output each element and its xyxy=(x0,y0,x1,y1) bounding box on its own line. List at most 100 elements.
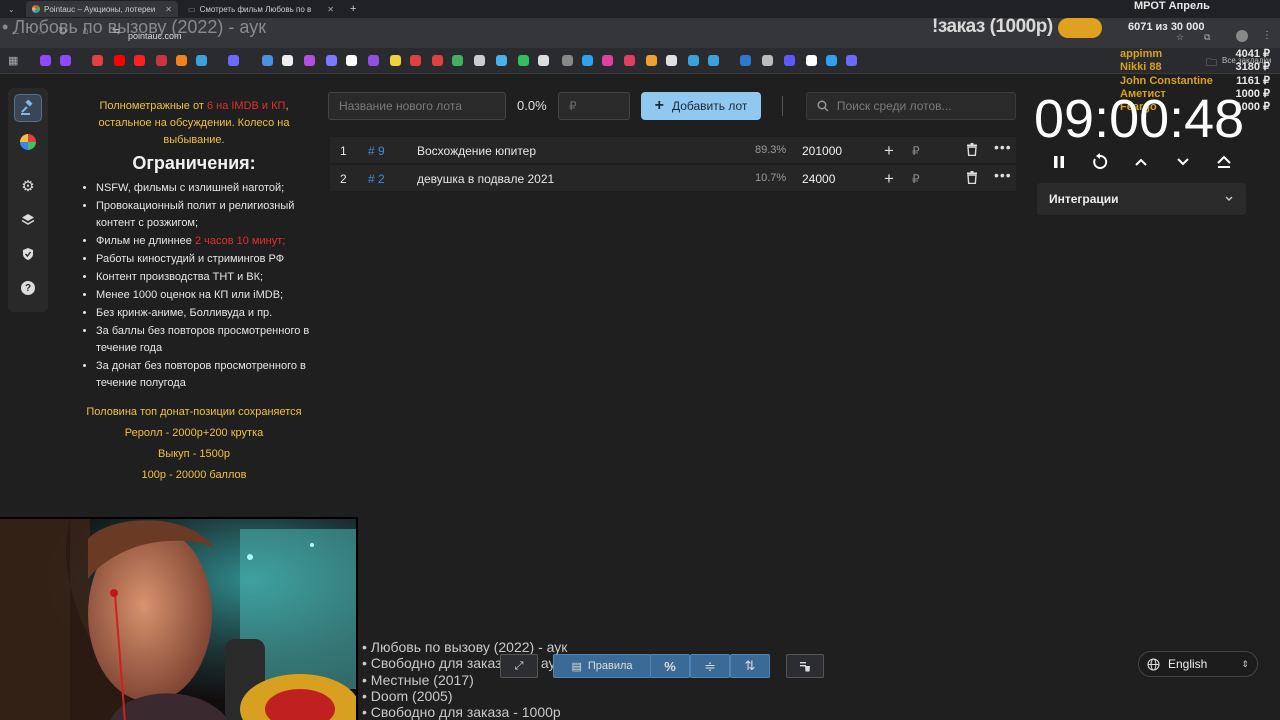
bookmark-icon[interactable] xyxy=(806,55,817,66)
telegram-bookmark-icon[interactable] xyxy=(708,55,719,66)
tab-pointauc[interactable]: Pointauc – Аукционы, лотереи ✕ xyxy=(26,1,178,17)
fullscreen-button[interactable]: ⤢ xyxy=(500,654,538,678)
sort-button[interactable]: ⇅ xyxy=(730,654,770,678)
subtract-time-button[interactable] xyxy=(1171,150,1195,174)
bookmark-star-icon[interactable]: ☆ xyxy=(1176,32,1184,43)
apps-grid-icon[interactable]: ▦ xyxy=(8,54,18,67)
lot-name[interactable]: Восхождение юпитер xyxy=(417,144,536,158)
new-lot-name-input[interactable] xyxy=(328,92,506,120)
bookmark-icon[interactable] xyxy=(740,55,751,66)
wheel-nav-button[interactable] xyxy=(14,128,42,156)
bookmark-icon[interactable] xyxy=(496,55,507,66)
add-amount-icon[interactable]: + xyxy=(884,169,894,189)
add-lot-label: Добавить лот xyxy=(671,99,748,113)
bookmark-icon[interactable] xyxy=(390,55,401,66)
delete-lot-button[interactable] xyxy=(966,171,978,187)
lot-number: # 9 xyxy=(368,144,385,158)
delete-lot-button[interactable] xyxy=(966,143,978,159)
youtube-bookmark-icon[interactable] xyxy=(114,55,125,66)
tab-list-button[interactable]: ⌄ xyxy=(2,1,16,17)
restart-icon xyxy=(1093,153,1108,169)
more-options-icon[interactable]: ••• xyxy=(994,167,1012,183)
restriction-item: За донат без повторов просмотренного в т… xyxy=(96,358,312,392)
extensions-icon[interactable]: ⧉ xyxy=(1204,32,1210,43)
bookmark-icon[interactable] xyxy=(346,55,357,66)
donor-name: John Constantine xyxy=(1120,74,1213,87)
rules-intro: Полнометражные от 6 на IMDB и КП, осталь… xyxy=(76,98,312,149)
rules-footer-line: Половина топ донат-позиции сохраняется xyxy=(86,406,302,418)
gear-icon: ⚙ xyxy=(21,178,35,195)
restriction-item: Провокационный полит и религиозный конте… xyxy=(96,198,312,232)
more-options-icon[interactable]: ••• xyxy=(994,139,1012,155)
auction-nav-button[interactable] xyxy=(14,94,42,122)
settings-nav-button[interactable]: ⚙ xyxy=(14,172,42,200)
order-banner: !заказ (1000р) xyxy=(932,16,1053,37)
add-lot-button[interactable]: + Добавить лот xyxy=(641,92,761,120)
integrations-accordion[interactable]: Интеграции xyxy=(1037,183,1246,215)
search-icon xyxy=(817,100,829,112)
compress-icon: ≑ xyxy=(704,657,716,674)
bookmark-icon[interactable] xyxy=(432,55,443,66)
tab-movie[interactable]: ▭ Смотреть фильм Любовь по в ✕ xyxy=(182,1,340,17)
playlist-item: • Любовь по вызову (2022) - аук xyxy=(362,639,568,655)
browser-menu-icon[interactable]: ⋮ xyxy=(1262,30,1272,41)
bookmark-icon[interactable] xyxy=(156,55,167,66)
lot-search[interactable] xyxy=(806,92,1016,120)
reset-timer-button[interactable] xyxy=(1088,150,1112,174)
bookmark-icon[interactable] xyxy=(304,55,315,66)
add-time-button[interactable] xyxy=(1129,150,1153,174)
security-nav-button[interactable] xyxy=(14,240,42,268)
bookmark-icon[interactable] xyxy=(228,55,239,66)
lot-index: 2 xyxy=(340,172,347,186)
bookmark-icon[interactable] xyxy=(410,55,421,66)
bookmark-icon[interactable] xyxy=(326,55,337,66)
bookmark-icon[interactable] xyxy=(784,55,795,66)
bookmark-icon[interactable] xyxy=(582,55,593,66)
bookmark-icon[interactable] xyxy=(762,55,773,66)
bookmark-icon[interactable] xyxy=(368,55,379,66)
layers-nav-button[interactable] xyxy=(14,206,42,234)
bookmark-icon[interactable] xyxy=(282,55,293,66)
mail-bookmark-icon[interactable] xyxy=(176,55,187,66)
integrations-label: Интеграции xyxy=(1049,192,1119,206)
lot-amount[interactable]: 201000 xyxy=(802,144,842,158)
twitch-bookmark-icon[interactable] xyxy=(40,55,51,66)
telegram-bookmark-icon[interactable] xyxy=(688,55,699,66)
pause-button[interactable] xyxy=(1047,150,1071,174)
bookmark-icon[interactable] xyxy=(452,55,463,66)
new-tab-button[interactable]: + xyxy=(344,1,360,17)
new-lot-amount-input[interactable] xyxy=(558,92,630,120)
bookmark-icon[interactable] xyxy=(92,55,103,66)
bookmark-icon[interactable] xyxy=(826,55,837,66)
add-amount-icon[interactable]: + xyxy=(884,141,894,161)
bookmark-icon[interactable] xyxy=(196,55,207,66)
bookmark-icon[interactable] xyxy=(646,55,657,66)
clear-lots-button[interactable] xyxy=(786,654,824,678)
close-tab-icon[interactable]: ✕ xyxy=(165,5,172,14)
lot-search-input[interactable] xyxy=(836,99,1005,113)
donor-row: John Constantine 1161 ₽ xyxy=(1120,75,1270,88)
trash-icon xyxy=(967,171,977,185)
bookmark-icon[interactable] xyxy=(474,55,485,66)
bookmark-icon[interactable] xyxy=(602,55,613,66)
language-select[interactable]: English ⇕ xyxy=(1138,651,1258,677)
double-time-button[interactable] xyxy=(1212,150,1236,174)
bookmark-icon[interactable] xyxy=(538,55,549,66)
bookmark-icon[interactable] xyxy=(846,55,857,66)
bookmark-icon[interactable] xyxy=(518,55,529,66)
help-nav-button[interactable]: ? xyxy=(14,274,42,302)
bookmark-icon[interactable] xyxy=(624,55,635,66)
profile-avatar[interactable] xyxy=(1236,30,1248,42)
twitch-bookmark-icon[interactable] xyxy=(60,55,71,66)
close-tab-icon[interactable]: ✕ xyxy=(327,5,334,14)
bookmark-icon[interactable] xyxy=(262,55,273,66)
percent-toggle-button[interactable]: % xyxy=(650,654,690,678)
bookmark-icon[interactable] xyxy=(666,55,677,66)
donor-row: appimm 4041 ₽ xyxy=(1120,48,1270,61)
youtube-bookmark-icon[interactable] xyxy=(134,55,145,66)
lot-amount[interactable]: 24000 xyxy=(802,172,835,186)
lot-name[interactable]: девушка в подвале 2021 xyxy=(417,172,554,186)
compact-view-button[interactable]: ≑ xyxy=(690,654,730,678)
rules-button[interactable]: ▤ Правила xyxy=(553,654,651,678)
bookmark-icon[interactable] xyxy=(562,55,573,66)
